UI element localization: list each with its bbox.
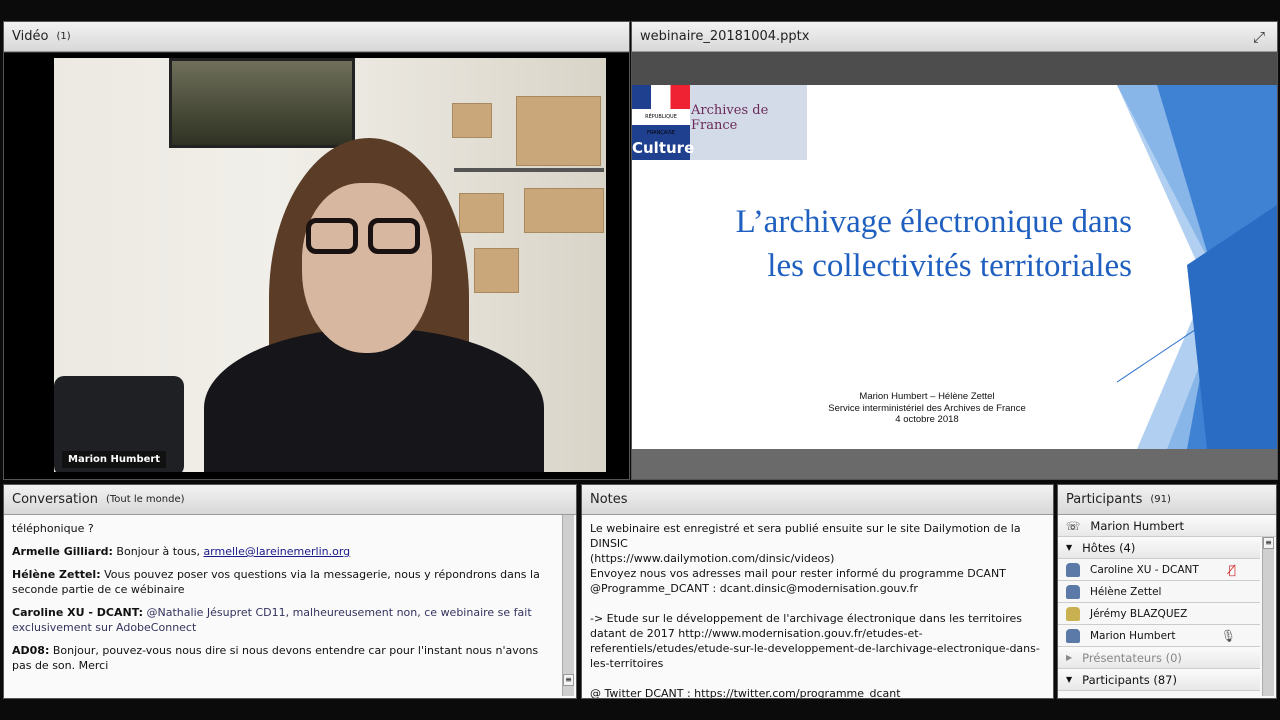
mic-speaking-icon: 🎙 xyxy=(1220,628,1236,643)
chat-message: Caroline XU - DCANT: @Nathalie Jésupret … xyxy=(12,605,554,635)
message-author: Hélène Zettel: xyxy=(12,568,101,581)
video-stage: Marion Humbert xyxy=(4,53,629,479)
notes-pod: Notes Le webinaire est enregistré et ser… xyxy=(581,484,1054,699)
chat-message: AD08: Bonjour, pouvez-vous nous dire si … xyxy=(12,643,554,673)
hosts-section-toggle[interactable]: ▼ Hôtes (4) xyxy=(1058,537,1260,559)
notes-line: @Programme_DCANT : dcant.dinsic@modernis… xyxy=(590,582,918,595)
hosts-label: Hôtes (4) xyxy=(1082,540,1136,555)
participants-section-toggle[interactable]: ▼ Participants (87) xyxy=(1058,669,1260,691)
notes-line: Le webinaire est enregistré et sera publ… xyxy=(590,522,1021,550)
scroll-grip-icon[interactable]: ≡ xyxy=(563,674,574,686)
slide-authors: Marion Humbert – Hélène Zettel xyxy=(859,391,995,402)
notes-content: Le webinaire est enregistré et sera publ… xyxy=(582,515,1053,698)
attendee-row[interactable]: Caroline XU - DCANT 🎙̸ xyxy=(1058,559,1260,581)
chat-messages: téléphonique ? Armelle Gilliard: Bonjour… xyxy=(4,515,576,698)
mic-muted-icon: 🎙̸ xyxy=(1228,562,1236,577)
attendee-name: Caroline XU - DCANT xyxy=(1090,563,1199,576)
collapsed-triangle-icon: ▶ xyxy=(1066,653,1073,662)
attendees-count: (91) xyxy=(1150,494,1171,505)
attendee-row[interactable]: Jérémy BLAZQUEZ xyxy=(1058,603,1260,625)
message-text: Bonjour à tous, xyxy=(112,545,204,558)
fullscreen-icon[interactable]: ⤢ xyxy=(1251,29,1267,45)
attendee-row[interactable]: Hélène Zettel xyxy=(1058,581,1260,603)
email-link[interactable]: armelle@lareinemerlin.org xyxy=(203,545,350,558)
phone-icon: ☏ xyxy=(1066,518,1081,533)
expanded-triangle-icon: ▼ xyxy=(1066,543,1073,552)
logo-culture-text: Culture xyxy=(632,139,695,157)
share-pod-header: webinaire_20181004.pptx ⤢ xyxy=(632,22,1277,52)
slide-decoration xyxy=(1117,85,1277,449)
video-pod-header: Vidéo (1) xyxy=(4,22,629,52)
logo-archives-text: Archives de France xyxy=(691,103,769,133)
chat-title: Conversation xyxy=(12,492,98,507)
participants-label: Participants (87) xyxy=(1082,672,1177,687)
slide-title-line: les collectivités territoriales xyxy=(767,248,1132,284)
video-title: Vidéo xyxy=(12,29,49,44)
webcam-feed[interactable]: Marion Humbert xyxy=(54,58,606,472)
notes-blank xyxy=(590,596,1045,611)
presentation-filename: webinaire_20181004.pptx xyxy=(640,29,810,44)
slide-authors-block: Marion Humbert – Hélène Zettel Service i… xyxy=(822,391,1032,426)
speaker-name-label: Marion Humbert xyxy=(62,451,167,468)
host-user-icon xyxy=(1066,584,1080,599)
chat-message: Armelle Gilliard: Bonjour à tous, armell… xyxy=(12,544,554,559)
host-user-icon xyxy=(1066,606,1080,621)
host-user-icon xyxy=(1066,628,1080,643)
chat-message: téléphonique ? xyxy=(12,521,554,536)
scroll-grip-icon[interactable]: ≡ xyxy=(1263,537,1274,549)
attendee-name: Hélène Zettel xyxy=(1090,585,1162,598)
phone-user-name: Marion Humbert xyxy=(1090,518,1185,533)
presenters-label: Présentateurs (0) xyxy=(1082,650,1182,665)
attendees-pod-header: Participants (91) xyxy=(1058,485,1276,515)
attendees-pod: Participants (91) ☏ Marion Humbert ▼ Hôtes… xyxy=(1057,484,1277,699)
notes-pod-header: Notes xyxy=(582,485,1053,515)
chat-scrollbar[interactable]: ≡ xyxy=(562,515,574,696)
chat-pod: Conversation (Tout le monde) téléphoniqu… xyxy=(3,484,577,699)
logo-rf-text: RÉPUBLIQUE FRANÇAISE xyxy=(632,109,690,136)
chat-pod-header: Conversation (Tout le monde) xyxy=(4,485,576,515)
notes-blank xyxy=(590,671,1045,686)
chat-scope[interactable]: (Tout le monde) xyxy=(106,494,185,505)
share-pod: webinaire_20181004.pptx ⤢ RÉPUBLIQUE FRA… xyxy=(631,21,1278,480)
attendee-row[interactable]: Marion Humbert 🎙 xyxy=(1058,625,1260,647)
message-author: AD08: xyxy=(12,644,50,657)
message-text: Bonjour, pouvez-vous nous dire si nous d… xyxy=(12,644,539,672)
slide-service: Service interministériel des Archives de… xyxy=(828,402,1026,414)
attendees-scrollbar[interactable]: ≡ xyxy=(1262,537,1274,696)
slide-date: 4 octobre 2018 xyxy=(895,414,959,425)
notes-line: @ Twitter DCANT : https://twitter.com/pr… xyxy=(590,687,901,698)
chat-message: Hélène Zettel: Vous pouvez poser vos que… xyxy=(12,567,554,597)
expanded-triangle-icon: ▼ xyxy=(1066,675,1073,684)
notes-title: Notes xyxy=(590,492,628,507)
attendee-name: Marion Humbert xyxy=(1090,629,1176,642)
attendees-title: Participants xyxy=(1066,492,1143,507)
video-pod: Vidéo (1) Marion Humbert xyxy=(3,21,630,480)
wall-painting xyxy=(169,58,355,148)
message-text: téléphonique ? xyxy=(12,522,94,535)
attendee-name: Jérémy BLAZQUEZ xyxy=(1090,607,1188,620)
slide-title: L’archivage électronique dans les collec… xyxy=(736,200,1132,288)
notes-line: -> Etude sur le développement de l'archi… xyxy=(590,612,1040,670)
notes-line: Envoyez nous vos adresses mail pour rest… xyxy=(590,567,1006,580)
presenters-section-toggle[interactable]: ▶ Présentateurs (0) xyxy=(1058,647,1260,669)
host-user-icon xyxy=(1066,562,1080,577)
video-count: (1) xyxy=(56,31,71,42)
share-pod-footer xyxy=(632,449,1277,479)
archives-de-france-logo: RÉPUBLIQUE FRANÇAISE Culture Archives de… xyxy=(632,85,807,160)
message-author: Caroline XU - DCANT: xyxy=(12,606,144,619)
message-author: Armelle Gilliard: xyxy=(12,545,113,558)
notes-line: (https://www.dailymotion.com/dinsic/vide… xyxy=(590,552,835,565)
presentation-slide: RÉPUBLIQUE FRANÇAISE Culture Archives de… xyxy=(632,85,1277,449)
slide-title-line: L’archivage électronique dans xyxy=(735,204,1132,240)
phone-user-row[interactable]: ☏ Marion Humbert xyxy=(1058,515,1276,537)
